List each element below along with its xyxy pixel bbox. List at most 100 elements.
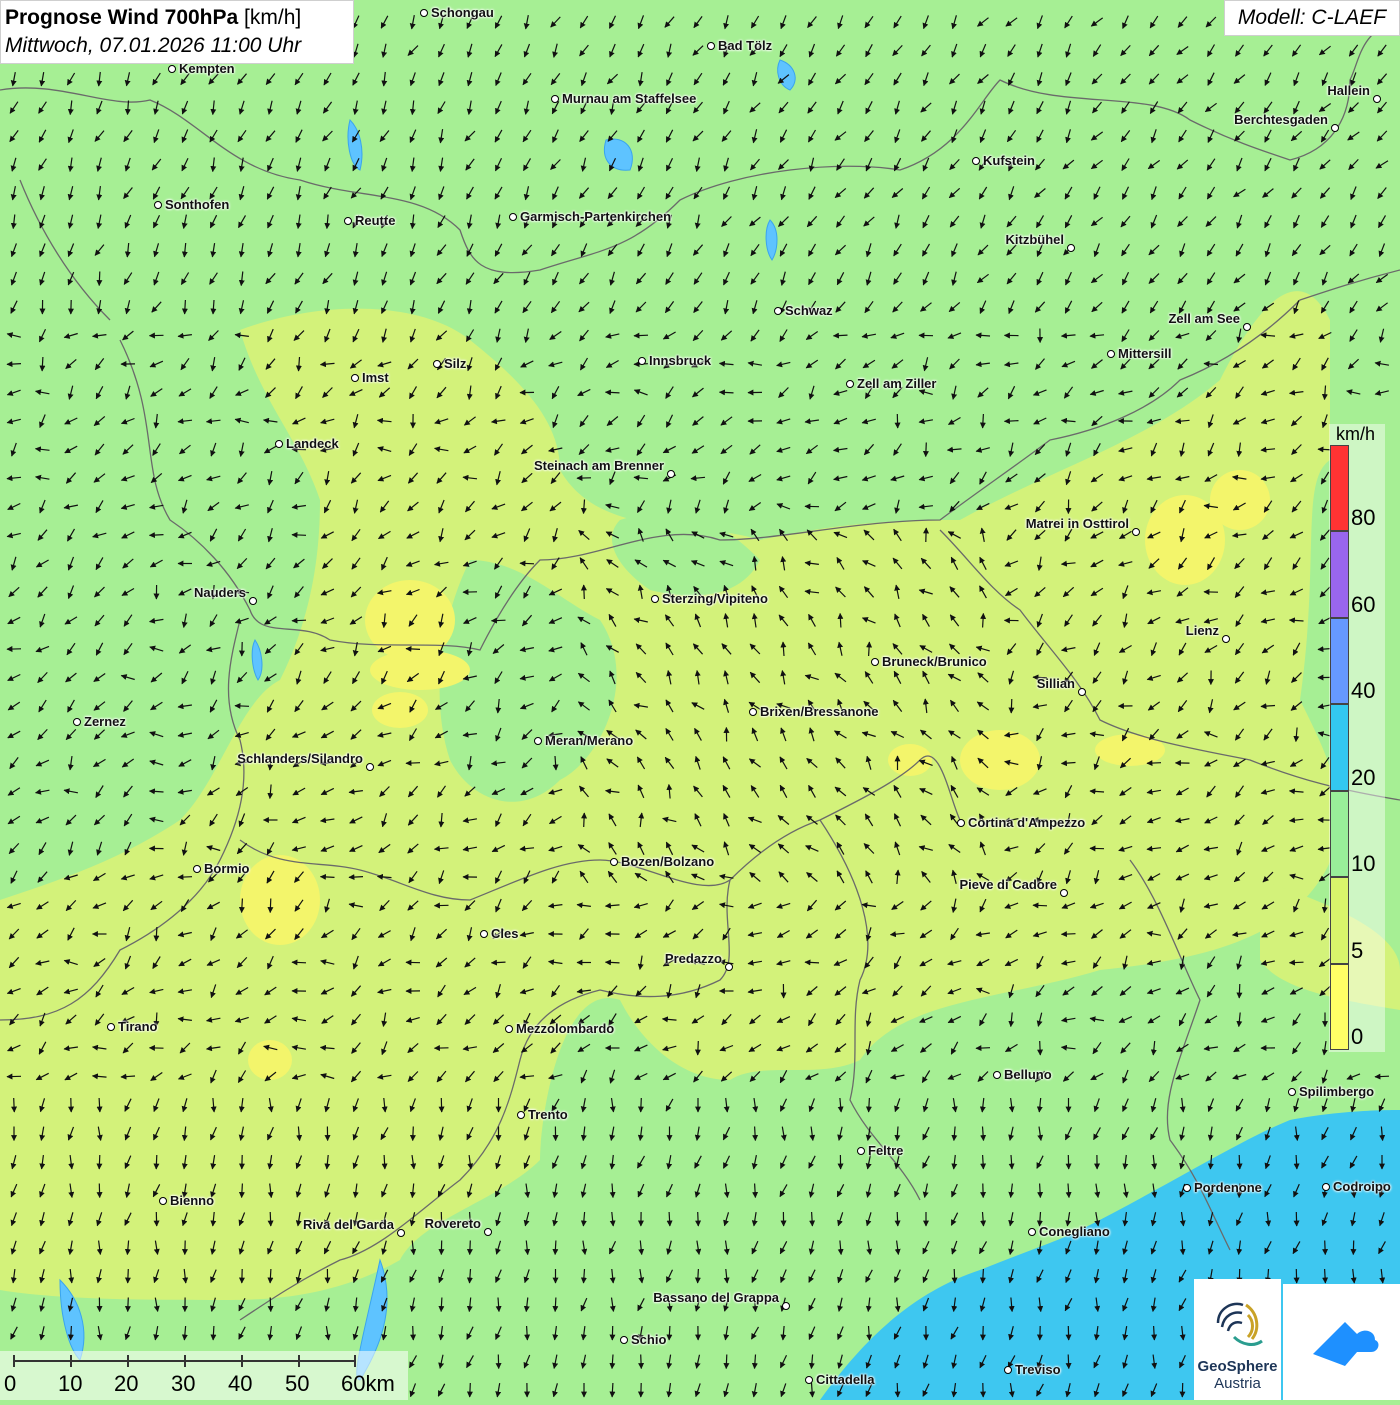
wind-arrow: [470, 1241, 471, 1255]
wind-arrow: [1040, 1184, 1041, 1198]
wind-arrow: [634, 335, 648, 336]
wind-arrow: [698, 1212, 699, 1226]
city-label: Bad Tölz: [718, 39, 772, 53]
city-marker: [505, 1025, 513, 1033]
wind-arrow: [669, 1326, 670, 1340]
city-label: Feltre: [868, 1144, 903, 1158]
city-marker: [1331, 124, 1339, 132]
city-marker: [846, 380, 854, 388]
city-label: Silz: [444, 357, 466, 371]
city-label: Cortina d'Ampezzo: [968, 816, 1085, 830]
city-marker: [484, 1228, 492, 1236]
legend-tick-label: 5: [1351, 940, 1363, 962]
city-marker: [1373, 95, 1381, 103]
city-marker: [344, 217, 352, 225]
wind-arrow: [1011, 699, 1012, 713]
scale-label: 50: [285, 1372, 309, 1396]
city-marker: [972, 157, 980, 165]
city-marker: [1132, 528, 1140, 536]
wind-arrow: [1033, 905, 1047, 906]
title-unit: [km/h]: [244, 6, 301, 29]
city-label: Spilimbergo: [1299, 1085, 1374, 1099]
scale-label: 10: [58, 1372, 82, 1396]
wind-arrow: [641, 1098, 642, 1112]
wind-arrow: [270, 1269, 271, 1283]
city-marker: [534, 737, 542, 745]
map-title: Prognose Wind 700hPa [km/h]: [5, 4, 349, 32]
city-label: Predazzo: [665, 952, 722, 966]
wind-arrow: [1325, 1269, 1326, 1283]
wind-arrow: [584, 585, 585, 599]
city-label: Bormio: [204, 862, 250, 876]
wind-arrow: [470, 1383, 471, 1397]
city-label: Zell am Ziller: [857, 377, 936, 391]
legend-tick-label: 0: [1351, 1026, 1363, 1048]
city-marker: [517, 1111, 525, 1119]
city-label: Bozen/Bolzano: [621, 855, 714, 869]
wind-arrow: [406, 649, 420, 650]
wind-arrow: [555, 1241, 556, 1255]
wind-arrow: [321, 877, 335, 878]
city-label: Trento: [528, 1108, 568, 1122]
wind-arrow: [1239, 984, 1240, 998]
legend-tick-label: 10: [1351, 853, 1375, 875]
wind-arrow: [1040, 1041, 1041, 1055]
city-label: Cittadella: [816, 1373, 875, 1387]
city-marker: [397, 1229, 405, 1237]
city-label: Schio: [631, 1333, 666, 1347]
wind-arrow: [976, 1048, 990, 1049]
city-marker: [1183, 1184, 1191, 1192]
wind-arrow: [185, 300, 186, 314]
city-label: Matrei in Osttirol: [1026, 517, 1129, 531]
city-label: Bruneck/Brunico: [882, 655, 987, 669]
wind-arrow: [698, 1269, 699, 1283]
city-marker: [420, 9, 428, 17]
wind-arrow: [720, 392, 734, 393]
wind-arrow: [235, 706, 249, 707]
city-label: Steinach am Brenner: [534, 459, 664, 473]
wind-arrow: [213, 1326, 214, 1340]
city-label: Zernez: [84, 715, 126, 729]
wind-arrow: [1154, 1326, 1155, 1340]
city-label: Kempten: [179, 62, 235, 76]
wind-arrow: [983, 414, 984, 428]
wind-arrow: [755, 1184, 756, 1198]
city-marker: [480, 930, 488, 938]
wind-arrow: [983, 1155, 984, 1169]
wind-arrow: [726, 1355, 727, 1369]
city-marker: [1288, 1088, 1296, 1096]
city-label: Schongau: [431, 6, 494, 20]
wind-arrow: [492, 962, 506, 963]
wind-arrow: [755, 1127, 756, 1141]
wind-arrow: [1239, 1155, 1240, 1169]
legend-swatch: [1330, 964, 1349, 1051]
city-marker: [154, 201, 162, 209]
city-marker: [73, 718, 81, 726]
wind-arrow: [406, 763, 420, 764]
wind-arrow: [1290, 962, 1304, 963]
city-label: Murnau am Staffelsee: [562, 92, 696, 106]
city-marker: [620, 1336, 628, 1344]
wind-arrow: [128, 1269, 129, 1283]
wind-arrow: [1296, 1155, 1297, 1169]
city-marker: [857, 1147, 865, 1155]
city-label: Schwaz: [785, 304, 833, 318]
city-label: Reutte: [355, 214, 395, 228]
wind-arrow: [897, 1212, 898, 1226]
city-marker: [667, 470, 675, 478]
cloud-arrow-icon: [1283, 1284, 1400, 1400]
city-marker: [1243, 323, 1251, 331]
city-label: Innsbruck: [649, 354, 711, 368]
wind-arrow: [1068, 1355, 1069, 1369]
scale-label: 0: [4, 1372, 16, 1396]
wind-arrow: [1375, 1076, 1389, 1077]
city-label: Sterzing/Vipiteno: [662, 592, 768, 606]
city-marker: [957, 819, 965, 827]
scale-label: 20: [114, 1372, 138, 1396]
wind-arrow: [292, 620, 306, 621]
wind-arrow: [869, 1098, 870, 1112]
city-label: Nauders: [194, 586, 246, 600]
city-marker: [1078, 688, 1086, 696]
city-marker: [366, 763, 374, 771]
legend-swatch: [1330, 618, 1349, 705]
